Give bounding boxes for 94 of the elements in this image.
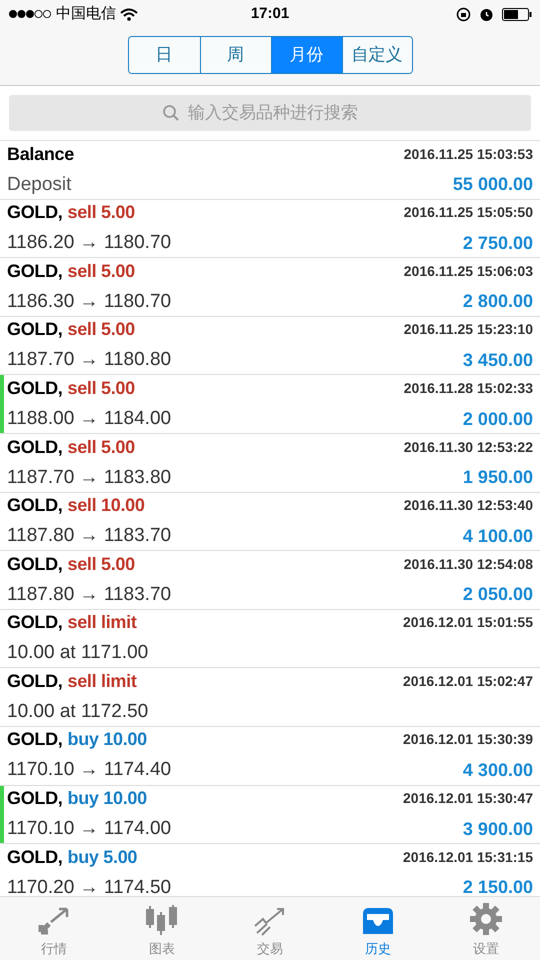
symbol-label: GOLD, <box>7 846 62 869</box>
signal-icon <box>8 9 52 19</box>
inbox-tray-icon <box>361 906 395 936</box>
status-time: 17:01 <box>250 4 290 24</box>
symbol-label: GOLD, <box>7 436 62 459</box>
symbol-label: GOLD, <box>7 494 62 518</box>
symbol-label: Balance <box>7 142 74 166</box>
trade-detail: 1170.10 → 1174.00 <box>7 817 172 842</box>
symbol-label: GOLD, <box>7 611 62 634</box>
trade-time: 2016.11.28 15:02:33 <box>404 378 533 398</box>
profit-amount: 3 900.00 <box>462 818 533 841</box>
order-type: sell 5.00 <box>68 552 135 576</box>
profit-amount: 4 100.00 <box>462 524 533 548</box>
trade-time: 2016.11.30 12:53:40 <box>404 496 533 516</box>
history-row[interactable]: GOLD, buy 10.00 2016.12.01 15:30:39 1170.10 → 1174.40 4 300.00 <box>0 726 540 786</box>
settings-icon <box>469 902 503 936</box>
alarm-clock-icon <box>479 6 494 22</box>
symbol-label: GOLD, <box>7 260 62 283</box>
order-type: sell 5.00 <box>68 376 135 400</box>
order-type: buy 10.00 <box>68 787 147 810</box>
order-type: buy 5.00 <box>68 846 138 869</box>
trade-detail: 1187.70 → 1183.80 <box>7 466 172 490</box>
battery-icon <box>502 8 532 20</box>
trade-time: 2016.11.25 15:03:53 <box>404 144 533 164</box>
order-type: sell 5.00 <box>68 436 135 459</box>
nav-tab[interactable]: 历史 <box>324 897 432 960</box>
order-type: buy 10.00 <box>68 728 147 752</box>
carrier-name: 中国电信 <box>56 4 116 24</box>
profit-amount: 2 800.00 <box>462 290 533 314</box>
symbol-label: GOLD, <box>7 201 62 224</box>
profit-amount: 4 300.00 <box>462 759 533 782</box>
history-row[interactable]: GOLD, sell limit 2016.12.01 15:02:47 10.00 at 1172.50 <box>0 668 540 727</box>
period-tab[interactable]: 月份 <box>270 37 342 73</box>
history-row[interactable]: GOLD, sell 5.00 2016.11.25 15:23:10 1187.70 → 1180.80 3 450.00 <box>0 316 540 376</box>
trade-time: 2016.12.01 15:01:55 <box>403 613 533 632</box>
order-type: sell 10.00 <box>68 494 145 518</box>
symbol-label: GOLD, <box>7 552 62 576</box>
profit-amount: 55 000.00 <box>452 173 533 196</box>
history-row[interactable]: GOLD, sell 5.00 2016.11.28 15:02:33 1188.00 → 1184.00 2 000.00 <box>0 375 540 434</box>
trade-time: 2016.12.01 15:30:39 <box>403 730 533 750</box>
history-row[interactable]: GOLD, sell 5.00 2016.11.25 15:05:50 1186.20 → 1180.70 2 750.00 <box>0 200 540 258</box>
trade-detail: 1170.10 → 1174.40 <box>7 758 172 782</box>
wifi-icon <box>120 8 138 20</box>
trade-detail: 10.00 at 1171.00 <box>7 641 148 666</box>
trade-time: 2016.11.30 12:53:22 <box>404 438 533 457</box>
order-type: sell 5.00 <box>68 260 135 283</box>
history-row[interactable]: Balance 2016.11.25 15:03:53 Deposit 55 000.00 <box>0 141 540 200</box>
trade-time: 2016.11.25 15:06:03 <box>404 262 533 281</box>
profit-amount: 1 950.00 <box>462 466 533 490</box>
trade-time: 2016.11.25 15:05:50 <box>404 203 533 222</box>
profit-amount: 2 150.00 <box>462 876 533 896</box>
rotation-lock-icon <box>456 6 471 22</box>
symbol-label: GOLD, <box>7 318 62 342</box>
trade-detail: 1187.80 → 1183.70 <box>7 524 172 548</box>
profit-amount: 2 050.00 <box>462 583 533 606</box>
order-type: sell 5.00 <box>68 318 135 342</box>
order-type: sell limit <box>68 611 137 634</box>
trade-detail: 1186.30 → 1180.70 <box>7 290 172 314</box>
search-field[interactable]: 输入交易品种进行搜索 <box>9 95 531 131</box>
history-row[interactable]: GOLD, sell 5.00 2016.11.25 15:06:03 1186.30 → 1180.70 2 800.00 <box>0 258 540 317</box>
diagonal-arrows-icon <box>37 906 71 936</box>
trade-detail: 1186.20 → 1180.70 <box>7 231 172 256</box>
period-tab[interactable]: 周 <box>200 37 270 73</box>
candlestick-icon <box>144 904 180 936</box>
profit-amount: 3 450.00 <box>462 349 533 372</box>
trade-detail: 1187.70 → 1180.80 <box>7 348 172 372</box>
trade-detail: 1188.00 → 1184.00 <box>7 406 172 431</box>
symbol-label: GOLD, <box>7 787 62 810</box>
trade-time: 2016.12.01 15:31:15 <box>403 848 533 867</box>
trend-lines-icon <box>253 906 287 936</box>
trade-detail: 10.00 at 1172.50 <box>7 700 148 724</box>
trade-time: 2016.12.01 15:02:47 <box>403 672 533 691</box>
symbol-label: GOLD, <box>7 376 62 400</box>
symbol-label: GOLD, <box>7 670 62 693</box>
period-tab[interactable]: 自定义 <box>342 37 412 73</box>
order-type: sell limit <box>68 670 137 693</box>
symbol-label: GOLD, <box>7 728 62 752</box>
profit-amount: 2 000.00 <box>462 408 533 431</box>
period-tab[interactable]: 日 <box>128 37 200 73</box>
trade-detail: 1170.20 → 1174.50 <box>7 876 172 896</box>
history-row[interactable]: GOLD, sell 10.00 2016.11.30 12:53:40 1187.80 → 1183.70 4 100.00 <box>0 492 540 552</box>
search-input[interactable]: 输入交易品种进行搜索 <box>188 100 378 126</box>
trade-detail: 1187.80 → 1183.70 <box>7 582 172 607</box>
trade-time: 2016.11.30 12:54:08 <box>404 554 533 574</box>
trade-time: 2016.12.01 15:30:47 <box>403 789 533 808</box>
trade-detail: Deposit <box>7 172 72 197</box>
profit-amount: 2 750.00 <box>462 232 533 255</box>
order-type: sell 5.00 <box>68 201 135 224</box>
history-row[interactable]: GOLD, sell 5.00 2016.11.30 12:53:22 1187.70 → 1183.80 1 950.00 <box>0 434 540 493</box>
search-icon <box>162 104 180 122</box>
history-row[interactable]: GOLD, sell 5.00 2016.11.30 12:54:08 1187.80 → 1183.70 2 050.00 <box>0 551 540 610</box>
history-row[interactable]: GOLD, buy 10.00 2016.12.01 15:30:47 1170.10 → 1174.00 3 900.00 <box>0 786 540 844</box>
trade-time: 2016.11.25 15:23:10 <box>404 320 533 340</box>
history-row[interactable]: GOLD, sell limit 2016.12.01 15:01:55 10.00 at 1171.00 <box>0 610 540 668</box>
